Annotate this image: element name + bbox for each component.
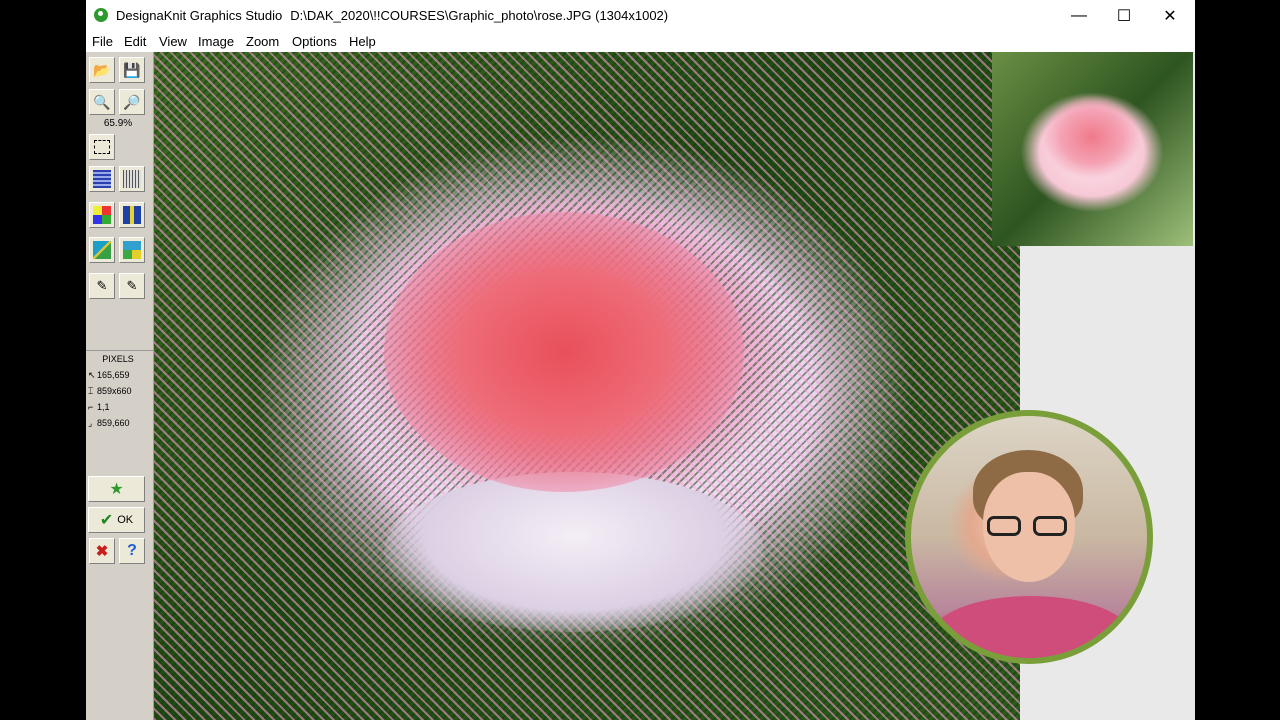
grid-pattern-icon [93, 170, 111, 188]
color-merge-icon [123, 206, 141, 224]
cursor-position-value: 165,659 [97, 370, 130, 380]
title-bar: DesignaKnit Graphics Studio D:\DAK_2020\!… [86, 0, 1195, 31]
selection-start: ⌐ 1,1 [88, 402, 110, 412]
menu-file[interactable]: File [92, 34, 113, 49]
rose-core-region [384, 212, 744, 492]
help-icon: ? [127, 542, 137, 559]
check-icon: ✔ [99, 512, 114, 529]
menu-options[interactable]: Options [292, 34, 337, 49]
eyedropper-alt-icon: ✎ [126, 278, 138, 293]
app-window: DesignaKnit Graphics Studio D:\DAK_2020\!… [86, 0, 1195, 720]
grid-pattern-button[interactable] [89, 166, 115, 192]
tool-palette: 📂 💾 🔍 🔎 65.9% ✎ ✎ PIXELS ↖165,659 ⌶ 859x6… [86, 52, 154, 720]
selection-end-value: 859,660 [97, 418, 130, 428]
menu-help[interactable]: Help [349, 34, 376, 49]
close-button[interactable]: ✕ [1147, 0, 1193, 31]
draw-pencil-button[interactable] [89, 237, 115, 263]
pixelize-button[interactable] [119, 237, 145, 263]
image-size: ⌶ 859x660 [88, 386, 132, 397]
window-title: DesignaKnit Graphics Studio D:\DAK_2020\!… [116, 8, 668, 23]
color-palette-icon [93, 206, 111, 224]
app-logo-icon [94, 8, 108, 22]
grid-empty-icon [123, 170, 141, 188]
star-button[interactable]: ★ [88, 476, 145, 502]
image-size-value: 859x660 [97, 386, 132, 396]
cursor-arrow-icon: ↖ [88, 370, 96, 380]
selection-start-value: 1,1 [97, 402, 110, 412]
presenter-glasses [987, 516, 1071, 538]
ok-button[interactable]: ✔ OK [88, 507, 145, 533]
zoom-out-button[interactable]: 🔎 [119, 89, 145, 115]
grid-empty-button[interactable] [119, 166, 145, 192]
eyedropper-alt-button[interactable]: ✎ [119, 273, 145, 299]
save-disk-icon: 💾 [123, 61, 141, 78]
eyedropper-button[interactable]: ✎ [89, 273, 115, 299]
select-button[interactable] [89, 134, 115, 160]
end-corner-icon: ⌟ [88, 418, 93, 428]
draw-pencil-icon [93, 241, 111, 259]
menu-image[interactable]: Image [198, 34, 234, 49]
menu-view[interactable]: View [159, 34, 187, 49]
cancel-icon: ✖ [95, 543, 109, 560]
zoom-out-icon: 🔎 [123, 93, 141, 110]
cursor-position: ↖165,659 [88, 370, 130, 381]
app-name: DesignaKnit Graphics Studio [116, 8, 283, 23]
zoom-in-icon: 🔍 [93, 93, 111, 110]
zoom-level: 65.9% [103, 118, 133, 129]
open-button[interactable]: 📂 [89, 57, 115, 83]
eyedropper-icon: ✎ [96, 278, 108, 293]
star-icon: ★ [109, 481, 124, 498]
toolbar-separator [86, 350, 153, 351]
minimize-button[interactable]: — [1056, 0, 1102, 31]
start-corner-icon: ⌐ [88, 402, 94, 412]
presenter-shirt [931, 596, 1131, 658]
zoom-in-button[interactable]: 🔍 [89, 89, 115, 115]
menu-zoom[interactable]: Zoom [246, 34, 279, 49]
menu-bar: File Edit View Image Zoom Options Help [86, 31, 1195, 52]
save-button[interactable]: 💾 [119, 57, 145, 83]
size-frame-icon: ⌶ [88, 386, 94, 396]
image-canvas[interactable] [154, 52, 1020, 720]
menu-edit[interactable]: Edit [124, 34, 146, 49]
help-button[interactable]: ? [119, 538, 145, 564]
pixelize-icon [123, 241, 141, 259]
color-merge-button[interactable] [119, 202, 145, 228]
preview-thumbnail [992, 52, 1193, 246]
cancel-button[interactable]: ✖ [89, 538, 115, 564]
ok-label: OK [117, 514, 134, 526]
color-palette-button[interactable] [89, 202, 115, 228]
file-path: D:\DAK_2020\!!COURSES\Graphic_photo\rose… [290, 8, 669, 23]
maximize-button[interactable]: ☐ [1101, 0, 1147, 31]
open-folder-icon: 📂 [93, 61, 111, 78]
pixels-heading: PIXELS [102, 354, 134, 364]
presenter-webcam [905, 410, 1153, 664]
selection-icon [94, 140, 110, 154]
rose-petal-region [384, 472, 764, 632]
selection-end: ⌟ 859,660 [88, 418, 130, 429]
